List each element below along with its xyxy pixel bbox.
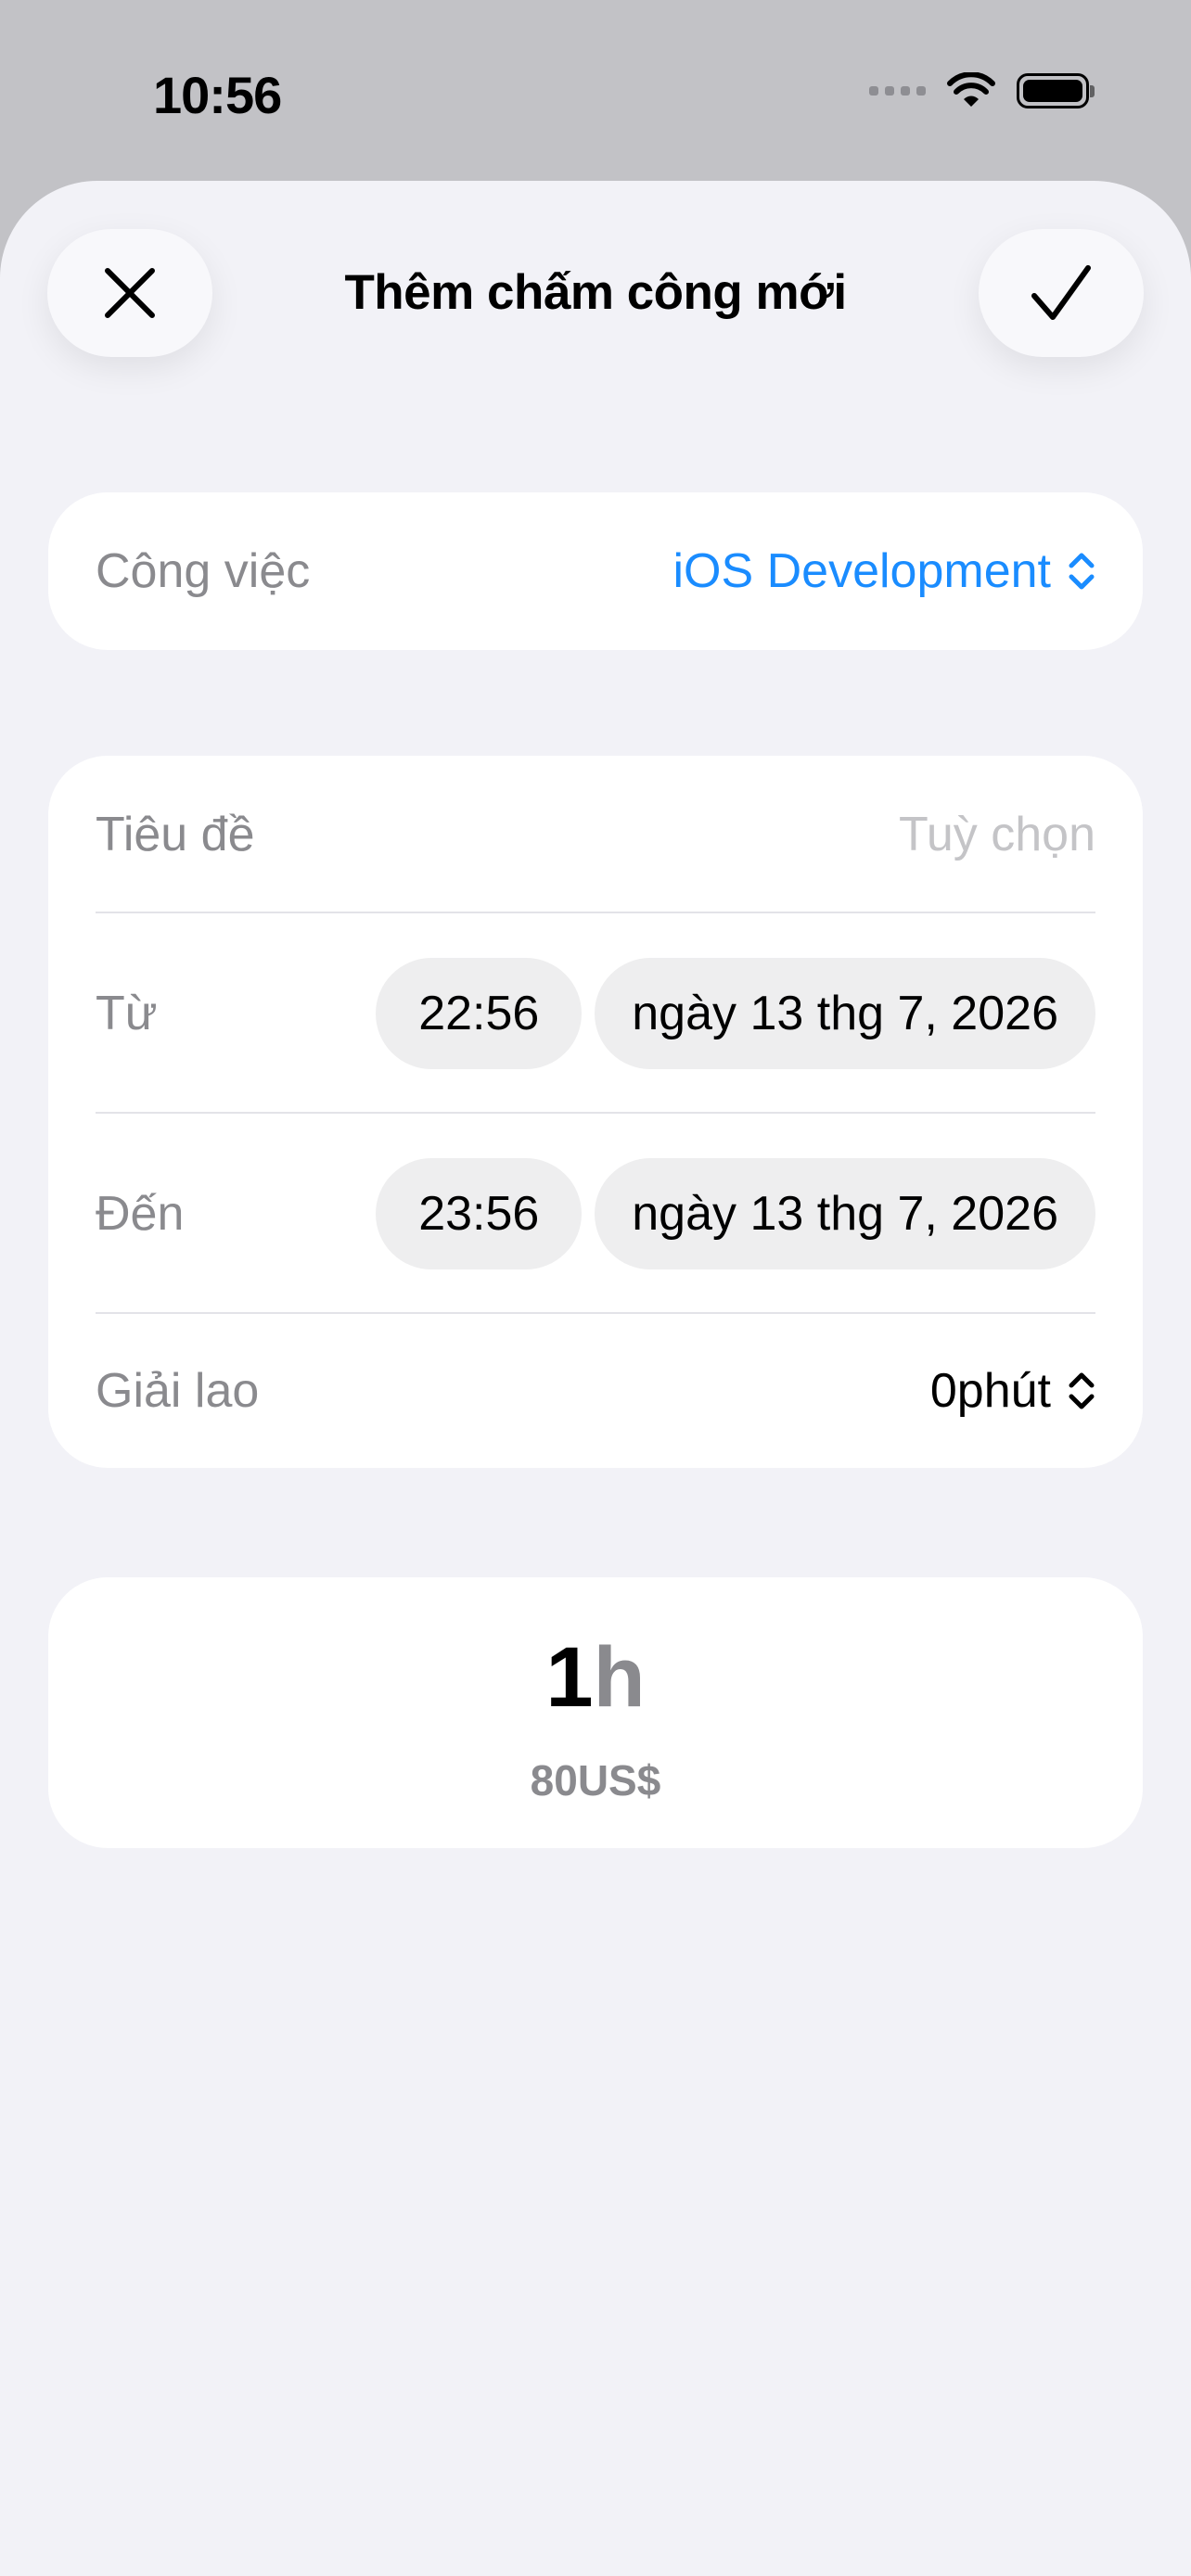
job-label: Công việc: [96, 544, 311, 598]
from-time-picker[interactable]: 22:56: [376, 958, 583, 1069]
title-input[interactable]: Tuỳ chọn: [899, 807, 1095, 862]
job-value: iOS Development: [672, 544, 1051, 598]
from-pickers: 22:56 ngày 13 thg 7, 2026: [376, 958, 1095, 1069]
break-row: Giải lao 0phút: [96, 1314, 1095, 1468]
status-icons: [869, 72, 1095, 109]
title-label: Tiêu đề: [96, 808, 255, 861]
to-label: Đến: [96, 1187, 185, 1241]
from-date-picker[interactable]: ngày 13 thg 7, 2026: [595, 958, 1095, 1069]
earnings-amount: 80US$: [530, 1756, 661, 1804]
modal-sheet: Thêm chấm công mới Công việc iOS Develop…: [0, 181, 1191, 2576]
status-bar: 10:56: [0, 0, 1191, 185]
break-label: Giải lao: [96, 1364, 260, 1418]
break-picker[interactable]: 0phút: [930, 1363, 1095, 1419]
job-picker[interactable]: iOS Development: [672, 543, 1095, 599]
summary-card: 1h 80US$: [48, 1577, 1143, 1848]
battery-icon: [1017, 73, 1095, 108]
hours-unit: h: [593, 1630, 646, 1725]
confirm-button[interactable]: [979, 229, 1144, 357]
break-value: 0phút: [929, 1364, 1051, 1418]
details-card: Tiêu đề Tuỳ chọn Từ 22:56 ngày 13 thg 7,…: [48, 756, 1143, 1468]
cellular-signal-icon: [869, 86, 926, 96]
job-row: Công việc iOS Development: [96, 492, 1095, 650]
wifi-icon: [947, 72, 995, 107]
total-hours: 1h: [48, 1629, 1143, 1727]
title-row: Tiêu đề Tuỳ chọn: [96, 756, 1095, 913]
from-row: Từ 22:56 ngày 13 thg 7, 2026: [96, 913, 1095, 1114]
to-pickers: 23:56 ngày 13 thg 7, 2026: [376, 1158, 1095, 1269]
to-row: Đến 23:56 ngày 13 thg 7, 2026: [96, 1114, 1095, 1314]
status-time: 10:56: [153, 66, 282, 124]
checkmark-icon: [1031, 265, 1091, 320]
chevron-up-down-icon: [1069, 1372, 1095, 1409]
to-date-picker[interactable]: ngày 13 thg 7, 2026: [595, 1158, 1095, 1269]
from-label: Từ: [96, 987, 158, 1040]
job-card: Công việc iOS Development: [48, 492, 1143, 650]
chevron-up-down-icon: [1069, 553, 1095, 590]
title-placeholder: Tuỳ chọn: [899, 808, 1095, 861]
to-time-picker[interactable]: 23:56: [376, 1158, 583, 1269]
hours-value: 1: [545, 1630, 594, 1725]
